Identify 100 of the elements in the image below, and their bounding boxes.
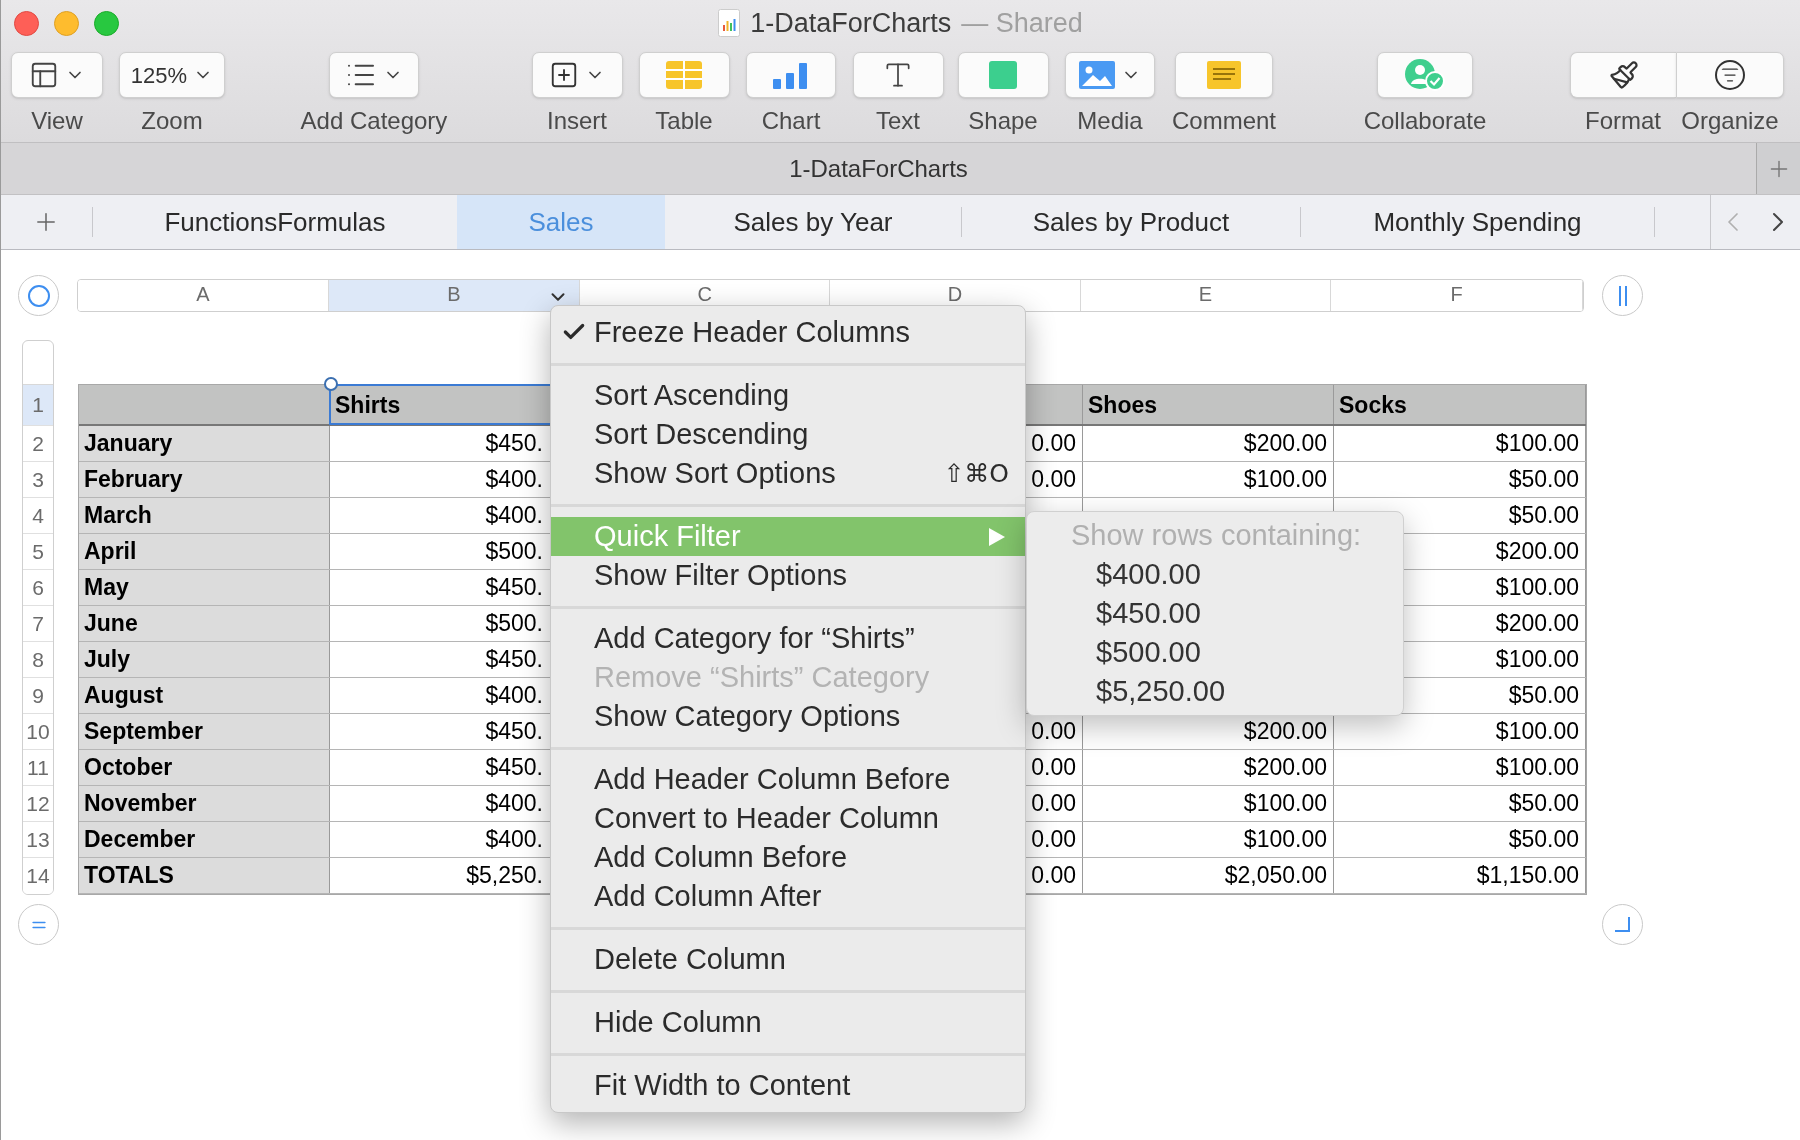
toolbar-label: Zoom xyxy=(141,106,203,136)
table-cell-text: $100.00 xyxy=(1495,572,1579,602)
person-check-icon xyxy=(1404,58,1446,92)
table-cell-text: $500. xyxy=(485,536,543,566)
columns-handle-button[interactable] xyxy=(1602,275,1643,316)
selection-handle[interactable] xyxy=(324,377,338,391)
window-status: — Shared xyxy=(961,6,1083,40)
table-cell-text: $100.00 xyxy=(1243,464,1327,494)
table-cell-text: $100.00 xyxy=(1495,716,1579,746)
layout-icon xyxy=(29,60,59,90)
toolbar-label: Shape xyxy=(968,106,1038,136)
filter-value-item[interactable]: $450.00 xyxy=(1027,594,1403,633)
pause-bars-icon xyxy=(1617,285,1628,306)
toolbar-button[interactable] xyxy=(1676,52,1784,98)
sheet-tab[interactable]: Monthly Spending xyxy=(1301,195,1654,249)
menu-item[interactable]: Freeze Header Columns xyxy=(551,313,1025,352)
table-cell-text: $100.00 xyxy=(1495,428,1579,458)
menu-item[interactable]: Add Category for “Shirts” xyxy=(551,619,1025,658)
row-label: September xyxy=(84,716,203,746)
menu-item[interactable]: Hide Column xyxy=(551,1003,1025,1042)
row-label: July xyxy=(84,644,131,674)
image-icon xyxy=(1079,61,1115,89)
table-cell-text: $50.00 xyxy=(1508,824,1579,854)
toolbar-button[interactable] xyxy=(1570,52,1676,98)
filter-value-item[interactable]: $500.00 xyxy=(1027,633,1403,672)
add-button[interactable] xyxy=(1756,143,1800,194)
toolbar-label: Format xyxy=(1585,106,1661,136)
select-table-button[interactable] xyxy=(18,275,59,316)
resize-table-button[interactable] xyxy=(1602,904,1643,945)
table-cell-text: 0.00 xyxy=(1031,716,1076,746)
table-cell-text: 0.00 xyxy=(1031,428,1076,458)
sheet-tab[interactable]: Sales by Year xyxy=(665,195,961,249)
table-cell-text: 0.00 xyxy=(1031,752,1076,782)
menu-item[interactable]: Show Category Options xyxy=(551,697,1025,736)
toolbar-button[interactable] xyxy=(11,52,103,98)
row-label: October xyxy=(84,752,173,782)
table-cell-text: $100.00 xyxy=(1243,788,1327,818)
column-letter[interactable]: A xyxy=(78,280,329,311)
toolbar-button[interactable] xyxy=(329,52,419,98)
square-shape-icon xyxy=(989,61,1017,89)
menu-item[interactable]: Fit Width to Content xyxy=(551,1066,1025,1105)
table-cell-text: $450. xyxy=(485,644,543,674)
menu-item[interactable]: Convert to Header Column xyxy=(551,799,1025,838)
toolbar-button[interactable]: 125% xyxy=(119,52,225,98)
column-letter[interactable]: B xyxy=(328,280,581,311)
menu-item[interactable]: Sort Ascending xyxy=(551,376,1025,415)
table-cell-text: 0.00 xyxy=(1031,824,1076,854)
menu-item[interactable]: Add Column After xyxy=(551,877,1025,916)
minimize-window-button[interactable] xyxy=(54,10,79,36)
row-label: December xyxy=(84,824,196,854)
toolbar-label: Collaborate xyxy=(1363,106,1487,136)
toolbar-label: Comment xyxy=(1172,106,1276,136)
table-cell-text: $450. xyxy=(485,716,543,746)
table-cell-text: $100.00 xyxy=(1243,824,1327,854)
table-cell-text: $200.00 xyxy=(1243,716,1327,746)
row-label: April xyxy=(84,536,137,566)
row-label: May xyxy=(84,572,129,602)
row-number[interactable]: 1 xyxy=(23,385,53,426)
menu-item[interactable]: Show Sort Options ⇧⌘O xyxy=(551,454,1025,493)
toolbar-label: Media xyxy=(1077,106,1143,136)
menu-item[interactable]: Add Column Before xyxy=(551,838,1025,877)
add-row-button[interactable] xyxy=(18,904,59,945)
document-icon xyxy=(718,9,741,37)
table-cell-text: $200.00 xyxy=(1495,536,1579,566)
note-icon xyxy=(1207,61,1241,89)
column-heading: Shirts xyxy=(335,390,401,420)
filter-icon xyxy=(1715,60,1745,90)
filter-value-item[interactable]: $5,250.00 xyxy=(1027,672,1403,711)
sheet-tab[interactable]: FunctionsFormulas xyxy=(93,195,457,249)
menu-item[interactable]: Show Filter Options xyxy=(551,556,1025,595)
column-heading: Socks xyxy=(1339,390,1407,420)
table-cell-text: $450. xyxy=(485,572,543,602)
toolbar-label: Organize xyxy=(1681,106,1779,136)
table-cell-text: $400. xyxy=(485,788,543,818)
keyboard-shortcut: ⇧⌘O xyxy=(943,457,1009,490)
table-cell-text: $400. xyxy=(485,824,543,854)
row-label: November xyxy=(84,788,197,818)
toolbar-button[interactable] xyxy=(531,52,623,98)
table-cell-text: $100.00 xyxy=(1495,752,1579,782)
row-label: February xyxy=(84,464,183,494)
row-label: TOTALS xyxy=(84,860,174,890)
table-cell-text: 0.00 xyxy=(1031,860,1076,890)
table-cell-text: $50.00 xyxy=(1508,680,1579,710)
menu-item[interactable]: Sort Descending xyxy=(551,415,1025,454)
filter-value-item[interactable]: $400.00 xyxy=(1027,555,1403,594)
toolbar-label: Chart xyxy=(761,106,821,136)
zoom-window-button[interactable] xyxy=(94,10,119,36)
menu-item[interactable]: Delete Column xyxy=(551,940,1025,979)
menu-item[interactable]: Add Header Column Before xyxy=(551,760,1025,799)
sheet-tab[interactable]: Sales by Product xyxy=(962,195,1300,249)
document-title: 1-DataForCharts xyxy=(789,153,968,184)
table-cell-text: $1,150.00 xyxy=(1476,860,1579,890)
row-label: January xyxy=(84,428,173,458)
table-cell-text: $50.00 xyxy=(1508,788,1579,818)
table-icon xyxy=(666,61,702,89)
insert-icon xyxy=(549,60,579,90)
row-label: June xyxy=(84,608,138,638)
close-window-button[interactable] xyxy=(14,10,39,36)
toolbar-label: Table xyxy=(655,106,713,136)
table-cell-text: $200.00 xyxy=(1243,428,1327,458)
